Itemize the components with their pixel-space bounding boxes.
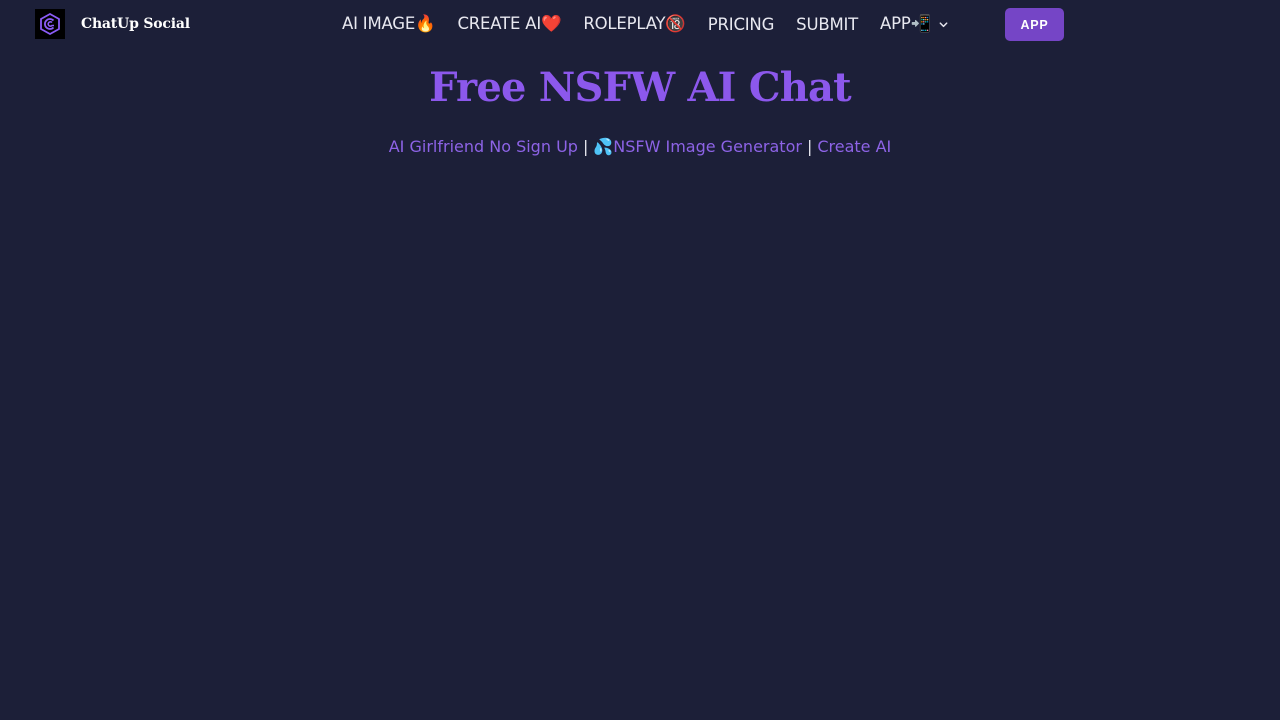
nav-item-pricing[interactable]: PRICING — [708, 15, 775, 34]
brand-home-link[interactable]: ChatUp Social — [35, 9, 190, 39]
link-separator: | — [806, 137, 813, 156]
nav-item-ai-image[interactable]: AI IMAGE🔥 — [342, 14, 436, 34]
link-create-ai[interactable]: Create AI — [817, 137, 891, 156]
nav-item-create-ai[interactable]: CREATE AI❤️ — [457, 14, 561, 34]
nav-item-app-label: APP📲 — [880, 14, 931, 33]
link-ai-girlfriend[interactable]: AI Girlfriend No Sign Up — [389, 137, 578, 156]
nav-item-submit[interactable]: SUBMIT — [796, 15, 858, 34]
nav-item-app-dropdown[interactable]: APP📲 — [880, 14, 949, 34]
top-navigation-bar: ChatUp Social AI IMAGE🔥 CREATE AI❤️ ROLE… — [0, 0, 1280, 48]
chevron-down-icon — [938, 19, 949, 30]
hero-links: AI Girlfriend No Sign Up | 💦NSFW Image Gen… — [0, 135, 1280, 159]
main-nav: AI IMAGE🔥 CREATE AI❤️ ROLEPLAY🔞 PRICING … — [342, 12, 971, 36]
link-separator: | — [582, 137, 589, 156]
link-nsfw-image-generator[interactable]: 💦NSFW Image Generator — [593, 137, 802, 156]
brand-name: ChatUp Social — [81, 16, 190, 32]
page-title: Free NSFW AI Chat — [429, 64, 851, 111]
app-button[interactable]: APP — [1005, 8, 1064, 41]
nav-item-roleplay[interactable]: ROLEPLAY🔞 — [583, 14, 686, 34]
chatup-logo-icon — [35, 9, 65, 39]
